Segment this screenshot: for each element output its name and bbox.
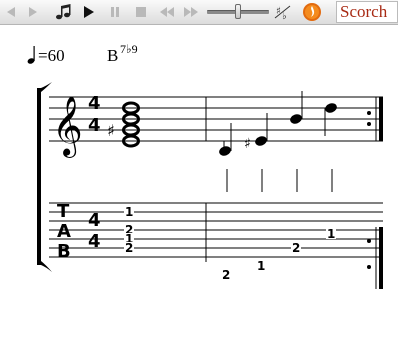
transpose-icon: ♯ ♭ (274, 5, 291, 21)
tab-rhythm-stems (226, 169, 333, 192)
treble-clef-icon: 𝄞 (52, 96, 83, 158)
scorch-plugin-icon (303, 3, 321, 21)
svg-text:♭: ♭ (282, 11, 287, 21)
tab-letter-b: B (57, 241, 71, 262)
transpose-button[interactable]: ♯ ♭ (272, 0, 294, 24)
stop-button[interactable] (130, 0, 152, 24)
forward-icon (29, 7, 37, 17)
tab-time-signature-bottom: 4 (88, 231, 101, 252)
fast-forward-icon (184, 7, 198, 17)
tab-melody-frets: 2 1 2 1 (221, 227, 336, 282)
play-icon (84, 6, 94, 18)
back-button[interactable] (0, 0, 22, 24)
tab-time-signature-top: 4 (88, 210, 101, 231)
scorch-plugin-button[interactable] (300, 0, 324, 24)
pause-button[interactable] (104, 0, 126, 24)
notation-canvas: 𝄞 4 4 ♯ ♯ T A B 4 4 1 2 1 2 2 1 2 1 (37, 82, 383, 289)
stop-icon (136, 7, 146, 17)
back-icon (7, 7, 15, 17)
tab-fret: 1 (327, 227, 335, 241)
pause-icon (111, 7, 119, 17)
rewind-button[interactable] (156, 0, 178, 24)
sharp-accidental-icon: ♯ (107, 121, 115, 140)
system-bracket (37, 82, 52, 272)
sharp-accidental-icon: ♯ (244, 136, 251, 152)
note-mode-icon (56, 4, 71, 20)
note-mode-button[interactable] (52, 0, 74, 24)
tab-letter-a: A (57, 221, 71, 242)
quarter-notes-measure-2: ♯ (219, 91, 337, 156)
tab-fret: 2 (125, 241, 133, 255)
tab-letter-t: T (57, 201, 70, 222)
tab-fret: 1 (257, 259, 265, 273)
tempo-slider-handle[interactable] (235, 4, 241, 19)
player-toolbar: ♯ ♭ Scorch (0, 0, 398, 25)
scorch-brand-logo[interactable]: Scorch (336, 1, 398, 23)
rewind-icon (160, 7, 174, 17)
end-repeat-tab (367, 227, 383, 289)
play-button[interactable] (77, 0, 99, 24)
score-view: =60 B 7♭9 𝄞 4 4 ♯ ♯ T A B 4 4 1 2 1 2 2 … (0, 24, 398, 341)
time-signature-top: 4 (88, 93, 101, 114)
tab-fret: 2 (222, 268, 230, 282)
time-signature-bottom: 4 (88, 115, 101, 136)
chord-whole-notes: ♯ (107, 101, 140, 148)
tab-fret: 2 (292, 241, 300, 255)
tab-chord-frets: 1 2 1 2 (124, 205, 134, 255)
forward-button[interactable] (22, 0, 44, 24)
fast-forward-button[interactable] (180, 0, 202, 24)
tab-fret: 1 (125, 205, 133, 219)
